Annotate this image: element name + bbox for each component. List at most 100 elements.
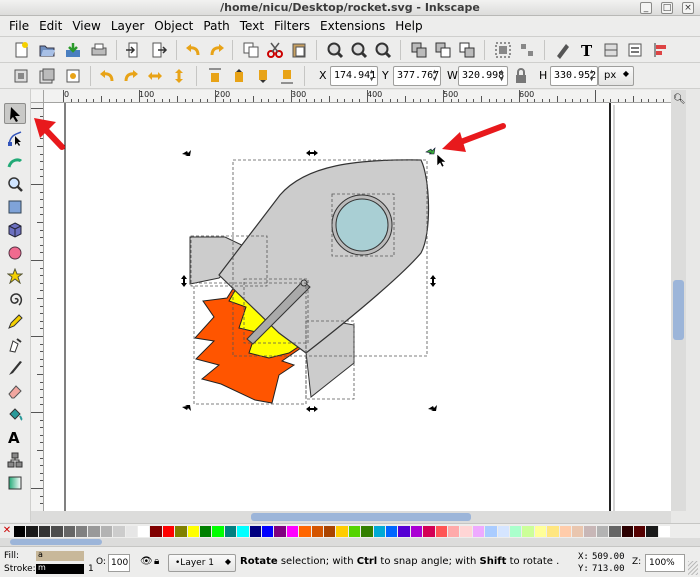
- pen-tool[interactable]: [4, 334, 26, 355]
- xml-editor-icon[interactable]: [626, 41, 644, 59]
- cut-icon[interactable]: [266, 41, 284, 59]
- new-document-icon[interactable]: [12, 41, 30, 59]
- menu-edit[interactable]: Edit: [34, 16, 67, 36]
- layer-selector[interactable]: •Layer 1 ◆: [168, 554, 236, 572]
- lock-layer-icon[interactable]: 🔒︎: [154, 556, 159, 567]
- unit-select[interactable]: px ◆: [598, 66, 634, 86]
- palette-swatch[interactable]: [572, 526, 584, 537]
- close-button[interactable]: ×: [682, 2, 694, 14]
- palette-swatch[interactable]: [88, 526, 100, 537]
- palette-swatch[interactable]: [609, 526, 621, 537]
- horizontal-scroll-thumb[interactable]: [251, 513, 471, 521]
- palette-swatch[interactable]: [373, 526, 385, 537]
- minimize-button[interactable]: _: [640, 2, 652, 14]
- zoom-tool[interactable]: [4, 173, 26, 194]
- palette-swatch[interactable]: [423, 526, 435, 537]
- print-icon[interactable]: [90, 41, 108, 59]
- palette-swatch[interactable]: [274, 526, 286, 537]
- palette-scroll-thumb[interactable]: [10, 539, 102, 545]
- palette-swatch[interactable]: [460, 526, 472, 537]
- palette-swatch[interactable]: [175, 526, 187, 537]
- palette-swatch[interactable]: [138, 526, 150, 537]
- raise-icon[interactable]: [230, 67, 248, 85]
- palette-swatch[interactable]: [324, 526, 336, 537]
- raise-to-top-icon[interactable]: [206, 67, 224, 85]
- palette-swatch[interactable]: [621, 526, 633, 537]
- tweak-tool[interactable]: [4, 150, 26, 171]
- palette-swatch[interactable]: [646, 526, 658, 537]
- ungroup-icon[interactable]: [518, 41, 536, 59]
- y-spin-arrows[interactable]: ▲ ▼: [430, 68, 439, 84]
- select-all-layers-icon[interactable]: [38, 67, 56, 85]
- palette-swatch[interactable]: [249, 526, 261, 537]
- eye-icon[interactable]: 👁︎: [140, 556, 153, 567]
- x-spin-arrows[interactable]: ▲ ▼: [367, 68, 376, 84]
- save-icon[interactable]: [64, 41, 82, 59]
- palette-swatch[interactable]: [634, 526, 646, 537]
- palette-swatch[interactable]: [497, 526, 509, 537]
- menu-layer[interactable]: Layer: [106, 16, 149, 36]
- gradient-tool[interactable]: [4, 472, 26, 493]
- w-spin-arrows[interactable]: ▲ ▼: [497, 68, 506, 84]
- palette-swatch[interactable]: [336, 526, 348, 537]
- palette-swatch[interactable]: [472, 526, 485, 537]
- maximize-button[interactable]: □: [661, 2, 673, 14]
- stroke-width-value[interactable]: 1: [88, 564, 94, 574]
- open-icon[interactable]: [38, 41, 56, 59]
- vertical-ruler[interactable]: [31, 103, 44, 511]
- menu-file[interactable]: File: [4, 16, 34, 36]
- palette-swatch[interactable]: [559, 526, 571, 537]
- lower-icon[interactable]: [254, 67, 272, 85]
- duplicate-icon[interactable]: [410, 41, 428, 59]
- palette-swatch[interactable]: [448, 526, 460, 537]
- palette-swatch[interactable]: [485, 526, 497, 537]
- palette-swatch[interactable]: [237, 526, 249, 537]
- palette-swatch[interactable]: [311, 526, 323, 537]
- horizontal-scrollbar[interactable]: [31, 511, 671, 523]
- undo-icon[interactable]: [184, 41, 202, 59]
- flip-vertical-icon[interactable]: [170, 67, 188, 85]
- connector-tool[interactable]: [4, 449, 26, 470]
- select-all-icon[interactable]: [12, 67, 30, 85]
- opacity-field[interactable]: 100: [108, 554, 130, 572]
- palette-swatch[interactable]: [200, 526, 212, 537]
- zoom-field[interactable]: 100%: [645, 554, 685, 572]
- spiral-tool[interactable]: [4, 288, 26, 309]
- no-paint-swatch-icon[interactable]: ✕: [2, 525, 12, 537]
- palette-swatch[interactable]: [187, 526, 199, 537]
- palette-swatch[interactable]: [299, 526, 311, 537]
- palette-swatch[interactable]: [262, 526, 274, 537]
- zoom-page-icon[interactable]: [374, 41, 392, 59]
- palette-swatch[interactable]: [125, 526, 137, 537]
- node-tool[interactable]: [4, 127, 26, 148]
- palette-swatch[interactable]: [113, 526, 125, 537]
- ellipse-tool[interactable]: [4, 242, 26, 263]
- resize-grip[interactable]: [688, 561, 698, 575]
- palette-swatch[interactable]: [150, 526, 162, 537]
- zoom-drawing-icon[interactable]: [350, 41, 368, 59]
- text-font-icon[interactable]: T: [578, 41, 596, 60]
- menu-extensions[interactable]: Extensions: [315, 16, 390, 36]
- flip-horizontal-icon[interactable]: [146, 67, 164, 85]
- drawing-canvas[interactable]: [44, 103, 671, 511]
- copy-icon[interactable]: [242, 41, 260, 59]
- stroke-indicator[interactable]: m: [36, 563, 84, 574]
- paste-icon[interactable]: [290, 41, 308, 59]
- paint-bucket-tool[interactable]: [4, 403, 26, 424]
- h-spin-arrows[interactable]: ▲ ▼: [587, 68, 596, 84]
- palette-swatch[interactable]: [522, 526, 534, 537]
- fill-stroke-icon[interactable]: [554, 41, 572, 59]
- palette-swatch[interactable]: [51, 526, 63, 537]
- eraser-tool[interactable]: [4, 380, 26, 401]
- palette-swatch[interactable]: [386, 526, 398, 537]
- palette-swatch[interactable]: [286, 526, 299, 537]
- rotate-ccw-icon[interactable]: [98, 67, 116, 85]
- pencil-tool[interactable]: [4, 311, 26, 332]
- vertical-scrollbar[interactable]: 🔍︎: [671, 90, 686, 511]
- menu-text[interactable]: Text: [235, 16, 269, 36]
- palette-swatch[interactable]: [38, 526, 51, 537]
- palette-swatch[interactable]: [26, 526, 38, 537]
- unlink-clone-icon[interactable]: [458, 41, 476, 59]
- palette-swatch[interactable]: [596, 526, 609, 537]
- palette-swatch[interactable]: [398, 526, 410, 537]
